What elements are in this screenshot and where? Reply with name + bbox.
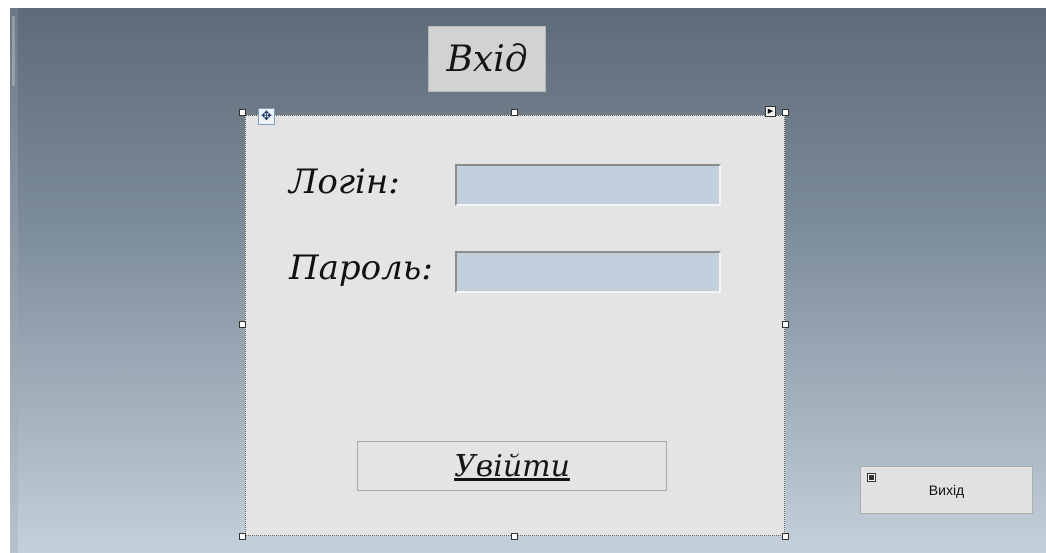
resize-handle-top-left[interactable]: [239, 109, 246, 116]
exit-button[interactable]: Вихід: [860, 466, 1033, 514]
resize-handle-top-right[interactable]: [782, 109, 789, 116]
move-icon[interactable]: ✥: [258, 108, 275, 125]
left-edge-strip: [10, 8, 18, 553]
title-label: Вхід: [428, 26, 546, 92]
sign-in-button[interactable]: Увійти: [357, 441, 667, 491]
resize-handle-bottom-right[interactable]: [782, 533, 789, 540]
resize-handle-top-center[interactable]: [511, 109, 518, 116]
select-marker-icon: [867, 473, 876, 482]
smart-tag-icon[interactable]: ▶: [765, 106, 776, 117]
login-input[interactable]: [455, 164, 721, 206]
resize-handle-bottom-left[interactable]: [239, 533, 246, 540]
resize-handle-middle-left[interactable]: [239, 321, 246, 328]
password-input[interactable]: [455, 251, 721, 293]
password-label: Пароль:: [289, 248, 433, 288]
login-label: Логін:: [289, 162, 400, 202]
resize-handle-middle-right[interactable]: [782, 321, 789, 328]
resize-handle-bottom-center[interactable]: [511, 533, 518, 540]
exit-button-label: Вихід: [928, 482, 965, 498]
